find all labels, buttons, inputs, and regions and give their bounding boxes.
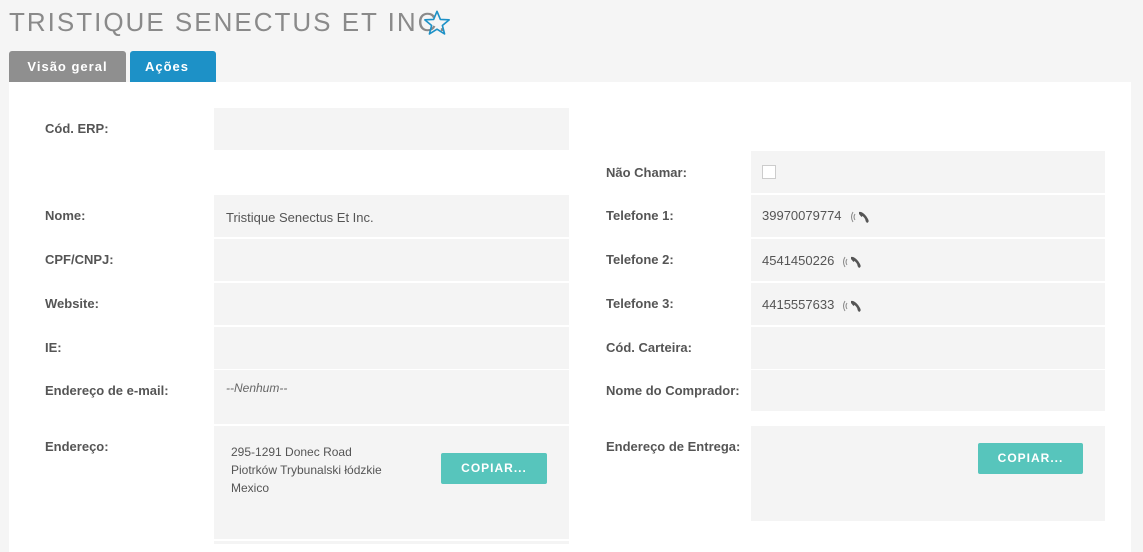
- tab-overview-label: Visão geral: [27, 59, 108, 74]
- phone-icon[interactable]: [842, 298, 864, 314]
- phone2-label: Telefone 2:: [606, 252, 674, 267]
- phone1-label: Telefone 1:: [606, 208, 674, 223]
- buyer-name-field[interactable]: [751, 370, 1105, 411]
- address-label: Endereço:: [45, 439, 109, 454]
- address-text: 295-1291 Donec Road Piotrków Trybunalski…: [231, 443, 382, 497]
- website-label: Website:: [45, 296, 99, 311]
- email-label: Endereço de e-mail:: [45, 383, 169, 398]
- name-field[interactable]: Tristique Senectus Et Inc.: [214, 195, 569, 237]
- wallet-code-label: Cód. Carteira:: [606, 340, 692, 355]
- star-icon[interactable]: [423, 9, 451, 37]
- copy-address-button[interactable]: COPIAR...: [441, 453, 547, 484]
- name-value: Tristique Senectus Et Inc.: [226, 210, 374, 225]
- ie-label: IE:: [45, 340, 62, 355]
- tab-actions-label: Ações: [145, 59, 190, 74]
- address-line-3: Mexico: [231, 481, 270, 495]
- phone1-field[interactable]: 39970079774: [751, 195, 1105, 237]
- tab-actions[interactable]: Ações: [130, 51, 216, 101]
- website-field[interactable]: [214, 283, 569, 325]
- phone1-value: 39970079774: [762, 208, 842, 223]
- wallet-code-field[interactable]: [751, 327, 1105, 369]
- tab-overview[interactable]: Visão geral: [9, 51, 126, 82]
- email-field[interactable]: --Nenhum--: [214, 370, 569, 424]
- copy-shipping-address-button[interactable]: COPIAR...: [978, 443, 1083, 474]
- buyer-name-label: Nome do Comprador:: [606, 383, 740, 398]
- do-not-call-label: Não Chamar:: [606, 165, 687, 180]
- address-line-1: 295-1291 Donec Road: [231, 445, 352, 459]
- phone2-value: 4541450226: [762, 253, 835, 268]
- address-line-2: Piotrków Trybunalski łódzkie: [231, 463, 382, 477]
- phone3-field[interactable]: 4415557633: [751, 283, 1105, 325]
- erp-label: Cód. ERP:: [45, 121, 109, 136]
- phone3-label: Telefone 3:: [606, 296, 674, 311]
- phone-icon[interactable]: [850, 209, 872, 225]
- erp-field[interactable]: [214, 108, 569, 150]
- name-label: Nome:: [45, 208, 86, 223]
- phone-icon[interactable]: [842, 254, 864, 270]
- page-title: TRISTIQUE SENECTUS ET INC.: [9, 7, 448, 37]
- email-value: --Nenhum--: [226, 381, 288, 395]
- shipping-address-label: Endereço de Entrega:: [606, 439, 741, 454]
- do-not-call-field: [751, 151, 1105, 193]
- ie-field[interactable]: [214, 327, 569, 369]
- cpf-label: CPF/CNPJ:: [45, 252, 114, 267]
- phone2-field[interactable]: 4541450226: [751, 239, 1105, 281]
- cpf-field[interactable]: [214, 239, 569, 281]
- do-not-call-checkbox[interactable]: [762, 165, 776, 179]
- phone3-value: 4415557633: [762, 297, 835, 312]
